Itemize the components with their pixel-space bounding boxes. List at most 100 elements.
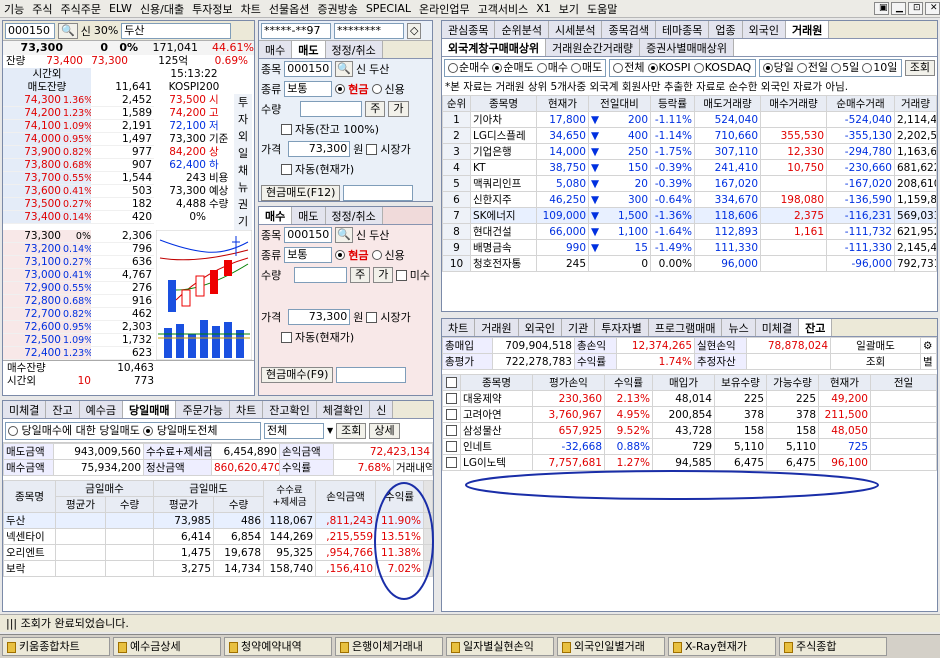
- table-row[interactable]: 3 기업은행 14,000 ▼ 250 -1.75% 307,110 12,330 -294,7…: [442, 143, 937, 160]
- maximize-icon[interactable]: ⊡: [908, 2, 923, 15]
- search-icon[interactable]: 🔍: [335, 61, 353, 77]
- tab-sell[interactable]: 매도: [292, 207, 326, 224]
- subtab-0[interactable]: 외국계창구매매상위: [442, 39, 547, 56]
- table-row[interactable]: 넥센타이 6,414 6,854 144,269,215,559 13.51%: [3, 528, 433, 545]
- auto-qty-checkbox[interactable]: [281, 123, 292, 135]
- menu-item-1[interactable]: 주식: [28, 1, 56, 17]
- tab-balance-3[interactable]: 기관: [562, 319, 596, 336]
- tab-balance-0[interactable]: 차트: [442, 319, 476, 336]
- mode-radio-buy-sell[interactable]: [8, 425, 18, 436]
- checkbox[interactable]: [446, 409, 457, 420]
- tab-foreign-3[interactable]: 종목검색: [602, 21, 656, 38]
- table-row[interactable]: 7 SK에너지 109,000 ▼ 1,500 -1.36% 118,606 2,375 -11…: [442, 207, 937, 224]
- tab-daytrade-1[interactable]: 잔고: [46, 401, 80, 418]
- side-tab-7[interactable]: 기: [234, 213, 252, 230]
- bid-row[interactable]: 72,500 1.09% 1,732: [3, 334, 154, 347]
- row-checkbox[interactable]: [442, 390, 461, 407]
- tab-balance-5[interactable]: 프로그램매매: [648, 319, 723, 336]
- menu-item-0[interactable]: 기능: [0, 1, 28, 17]
- tab-daytrade-2[interactable]: 예수금: [79, 401, 123, 418]
- tab-buy[interactable]: 매수: [259, 207, 293, 224]
- detail-button[interactable]: 상세: [369, 422, 400, 439]
- subtab-1[interactable]: 거래원순간거래량: [546, 39, 641, 56]
- taskbar-item-0[interactable]: 키움종합차트: [2, 637, 110, 656]
- tab-balance-2[interactable]: 외국인: [518, 319, 562, 336]
- qty-price-button[interactable]: 가: [373, 267, 394, 283]
- period-radio-1[interactable]: [796, 63, 807, 73]
- period-radio-3[interactable]: [862, 63, 873, 73]
- table-row[interactable]: 9배명금속990▼ 15-1.49%111,330 -111,3302,145,44…: [442, 239, 937, 256]
- chevron-down-icon[interactable]: ▼: [327, 426, 333, 435]
- side-tab-3[interactable]: 일: [234, 145, 252, 162]
- menu-item-6[interactable]: 차트: [237, 1, 265, 17]
- side-radio-0[interactable]: [448, 63, 458, 73]
- tab-foreign-5[interactable]: 업종: [709, 21, 743, 38]
- menu-item-2[interactable]: 주식주문: [57, 1, 105, 17]
- sell-price-input[interactable]: 73,300: [288, 141, 351, 157]
- menu-item-8[interactable]: 증권방송: [313, 1, 361, 17]
- side-radio-3[interactable]: [571, 63, 581, 73]
- buy-qty-input[interactable]: [294, 267, 348, 283]
- order-kind-select[interactable]: 보통: [284, 247, 333, 263]
- tab-balance-7[interactable]: 미체결: [755, 319, 800, 336]
- credit-radio[interactable]: [371, 84, 382, 94]
- auto-price-checkbox[interactable]: [281, 163, 292, 175]
- table-row[interactable]: 인네트 -32,668 0.88% 729 5,110 5,110 725: [442, 438, 937, 455]
- stock-code-input[interactable]: 000150: [5, 22, 55, 39]
- ask-row[interactable]: 74,100 1.09% 2,191: [3, 120, 154, 133]
- ask-row[interactable]: 73,600 0.41% 503: [3, 185, 154, 198]
- table-row[interactable]: 6 신한지주 46,250 ▼ 300 -0.64% 334,670 198,080 -136,…: [442, 191, 937, 208]
- taskbar-item-3[interactable]: 은행이체거래내: [335, 637, 443, 656]
- side-radio-2[interactable]: [536, 63, 547, 73]
- bid-row[interactable]: 73,200 0.14% 796: [3, 243, 154, 256]
- taskbar-item-7[interactable]: 주식종합: [779, 637, 887, 656]
- bid-row[interactable]: 73,300 0% 2,306: [3, 230, 154, 243]
- cash-radio[interactable]: [335, 84, 346, 94]
- qty-shares-button[interactable]: 주: [350, 267, 371, 283]
- side-tab-0[interactable]: 투: [234, 94, 252, 111]
- menu-item-7[interactable]: 선물옵션: [265, 1, 313, 17]
- ask-row[interactable]: 73,500 0.27% 182: [3, 198, 154, 211]
- table-row[interactable]: 보락 3,275 14,734 158,740,156,410 7.02%: [3, 560, 433, 577]
- tab-balance-1[interactable]: 거래원: [475, 319, 519, 336]
- side-tab-6[interactable]: 권: [234, 196, 252, 213]
- checkbox[interactable]: [446, 457, 457, 468]
- credit-radio[interactable]: [371, 250, 382, 260]
- buy-price-input[interactable]: 73,300: [288, 309, 351, 325]
- account-select[interactable]: *****-**97: [261, 22, 331, 39]
- auto-price-checkbox[interactable]: [281, 331, 292, 343]
- menu-item-3[interactable]: ELW: [105, 2, 136, 15]
- ask-row[interactable]: 74,200 1.23% 1,589: [3, 107, 154, 120]
- menu-item-13[interactable]: 보기: [555, 1, 583, 17]
- ask-row[interactable]: 73,900 0.82% 977: [3, 146, 154, 159]
- period-radio-0[interactable]: [762, 63, 773, 73]
- search-icon[interactable]: 🔍: [58, 22, 78, 39]
- taskbar-item-6[interactable]: X-Ray현재가: [668, 637, 776, 656]
- taskbar-item-5[interactable]: 외국인일별거래: [557, 637, 665, 656]
- search-icon[interactable]: 🔍: [335, 227, 353, 243]
- tab-daytrade-6[interactable]: 잔고확인: [263, 401, 317, 418]
- checkbox[interactable]: [446, 377, 457, 388]
- menu-item-9[interactable]: SPECIAL: [362, 2, 415, 15]
- taskbar-item-2[interactable]: 청약예약내역: [224, 637, 332, 656]
- eraser-icon[interactable]: ◇: [407, 22, 422, 39]
- table-row[interactable]: 1 기아차 17,800 ▼ 200 -1.11% 524,040 -524,040 2,114…: [442, 111, 937, 128]
- bid-row[interactable]: 72,800 0.68% 916: [3, 295, 154, 308]
- tab-foreign-0[interactable]: 관심종목: [442, 21, 496, 38]
- menu-item-10[interactable]: 온라인업무: [415, 1, 474, 17]
- bid-row[interactable]: 73,000 0.41% 4,767: [3, 269, 154, 282]
- sell-code-input[interactable]: 000150: [284, 61, 333, 77]
- menu-item-5[interactable]: 투자정보: [188, 1, 236, 17]
- checkbox[interactable]: [446, 393, 457, 404]
- unfilled-checkbox[interactable]: [396, 269, 407, 281]
- table-row[interactable]: 5 맥쿼리인프 5,080 ▼ 20 -0.39% 167,020 -167,020 208,6…: [442, 175, 937, 192]
- ask-row[interactable]: 73,400 0.14% 420: [3, 211, 154, 224]
- market-radio-1[interactable]: [647, 63, 658, 73]
- ask-row[interactable]: 73,800 0.68% 907: [3, 159, 154, 172]
- side-tab-1[interactable]: 자: [234, 111, 252, 128]
- table-row[interactable]: 삼성물산 657,925 9.52% 43,728 158 158 48,050: [442, 422, 937, 439]
- gear-icon[interactable]: ⚙: [920, 337, 937, 354]
- tab-balance-8[interactable]: 잔고: [799, 319, 833, 336]
- period-radio-2[interactable]: [831, 63, 842, 73]
- table-row[interactable]: 2 LG디스플레 34,650 ▼ 400 -1.14% 710,660 355,530 -35…: [442, 127, 937, 144]
